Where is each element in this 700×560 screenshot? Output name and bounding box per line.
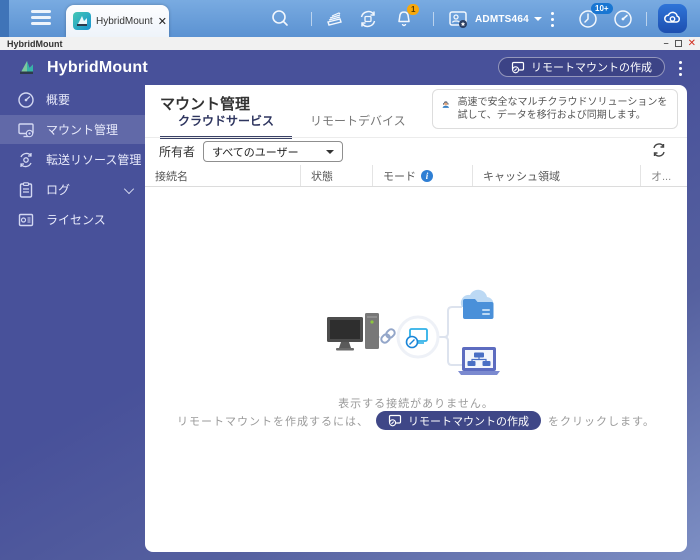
window-title: HybridMount [7, 39, 63, 49]
dashboard-icon[interactable] [612, 8, 634, 30]
search-icon[interactable] [269, 8, 291, 30]
tab-title: HybridMount [96, 16, 153, 27]
browser-topbar: HybridMount ✕ 1 [0, 0, 700, 37]
empty-state-illustration [322, 285, 502, 390]
window-titlebar: HybridMount – ✕ [0, 37, 700, 50]
refresh-icon[interactable] [650, 141, 668, 159]
laptop-network-graphic [458, 347, 500, 375]
window-close-icon[interactable]: ✕ [688, 39, 696, 48]
hybridmount-window: HybridMount リモートマウントの作成 概要 [0, 50, 700, 560]
owner-dropdown-value: すべてのユーザー [212, 144, 326, 160]
empty-state-message: 表示する接続がありません。 [145, 395, 687, 411]
tab-cloud-services[interactable]: クラウドサービス [160, 112, 292, 139]
hint-suffix: をクリックします。 [548, 413, 655, 429]
tab-bar: クラウドサービス リモートデバイス [160, 112, 424, 139]
dropdown-caret-icon [326, 150, 334, 154]
topbar-separator [433, 12, 434, 26]
log-icon [17, 181, 35, 199]
cloud-folder-graphic [461, 290, 494, 319]
external-device-sync-icon[interactable] [357, 8, 379, 30]
owner-dropdown[interactable]: すべてのユーザー [203, 141, 343, 162]
username-label: ADMTS464 [475, 14, 529, 25]
create-hint-row: リモートマウントを作成するには、 リモートマウントの作成 をクリックします。 [145, 411, 687, 430]
topbar-separator [311, 12, 312, 26]
user-menu[interactable]: ADMTS464 [446, 6, 542, 32]
hint-prefix: リモートマウントを作成するには、 [177, 413, 369, 429]
screen: HybridMount ✕ 1 [0, 0, 700, 560]
hybridmount-app-icon [73, 12, 91, 30]
sidebar-item-license[interactable]: ライセンス [0, 205, 145, 234]
sidebar-item-label: ライセンス [46, 211, 106, 228]
app-tab-hybridmount[interactable]: HybridMount ✕ [66, 5, 169, 37]
create-remote-mount-button[interactable]: リモートマウントの作成 [498, 57, 665, 77]
table-header-row: 接続名 状態 モード i キャッシュ領域 オ... [145, 165, 687, 187]
hybridmount-circle-graphic [398, 317, 438, 357]
column-header-status[interactable]: 状態 [300, 165, 372, 186]
promo-banner[interactable]: 高速で安全なマルチクラウドソリューションを試して、データを移行および同期します。 [432, 89, 678, 129]
content-panel: マウント管理 高速で安全なマルチクラウドソリューションを試して、データを移行およ… [145, 85, 687, 552]
page-title: マウント管理 [160, 93, 250, 114]
chevron-down-icon[interactable] [124, 184, 134, 194]
owner-filter: 所有者 すべてのユーザー [159, 141, 343, 162]
tab-divider [145, 137, 687, 138]
sidebar: 概要 マウント管理 転送リソース管理 [0, 85, 145, 560]
main-menu-icon[interactable] [31, 10, 51, 27]
transfer-resource-icon [17, 151, 35, 169]
topbar-separator [646, 12, 647, 26]
column-header-connection-name[interactable]: 接続名 [145, 165, 300, 186]
topbar-more-icon[interactable] [546, 9, 558, 29]
sidebar-item-label: ログ [46, 181, 70, 198]
user-caret-icon [534, 17, 542, 21]
myqnapcloud-icon[interactable] [658, 4, 687, 33]
topbar-edge-strip [0, 0, 9, 37]
license-icon [17, 211, 35, 229]
column-header-mode-label: モード [383, 168, 416, 184]
user-profile-icon [446, 7, 470, 31]
remote-mount-icon [388, 414, 402, 427]
hybridmount-logo-icon [16, 57, 38, 79]
sidebar-item-mount-management[interactable]: マウント管理 [0, 115, 145, 144]
background-tasks-icon[interactable] [324, 8, 346, 30]
tab-remote-devices[interactable]: リモートデバイス [292, 112, 424, 139]
window-maximize-icon[interactable] [675, 40, 682, 47]
owner-label: 所有者 [159, 143, 195, 160]
sidebar-item-label: 転送リソース管理 [46, 151, 141, 168]
app-more-icon[interactable] [674, 58, 686, 78]
column-header-mode[interactable]: モード i [372, 165, 472, 186]
create-remote-mount-button-inline[interactable]: リモートマウントの作成 [376, 411, 541, 430]
remote-mount-icon [511, 61, 525, 74]
desktop-computer-graphic [327, 313, 379, 351]
sidebar-item-label: 概要 [46, 91, 70, 108]
sidebar-item-transfer-resource[interactable]: 転送リソース管理 [0, 145, 145, 174]
mount-management-icon [17, 121, 35, 139]
sidebar-item-log[interactable]: ログ [0, 175, 145, 204]
link-icon [380, 328, 396, 344]
app-title: HybridMount [47, 59, 148, 77]
create-remote-mount-label: リモートマウントの作成 [531, 59, 652, 75]
app-header: HybridMount リモートマウントの作成 [0, 50, 700, 85]
sidebar-item-label: マウント管理 [46, 121, 118, 138]
create-remote-mount-inline-label: リモートマウントの作成 [408, 413, 529, 429]
window-minimize-icon[interactable]: – [664, 39, 669, 48]
mode-info-icon[interactable]: i [421, 170, 433, 182]
sidebar-item-overview[interactable]: 概要 [0, 85, 145, 114]
support-agent-icon [441, 96, 451, 114]
notification-badge: 1 [407, 4, 419, 15]
column-header-options[interactable]: オ... [640, 165, 687, 186]
overview-icon [17, 91, 35, 109]
column-header-cache-area[interactable]: キャッシュ領域 [472, 165, 640, 186]
resource-badge: 10+ [591, 3, 613, 14]
tab-close-icon[interactable]: ✕ [158, 15, 167, 28]
promo-banner-text: 高速で安全なマルチクラウドソリューションを試して、データを移行および同期します。 [458, 96, 669, 122]
